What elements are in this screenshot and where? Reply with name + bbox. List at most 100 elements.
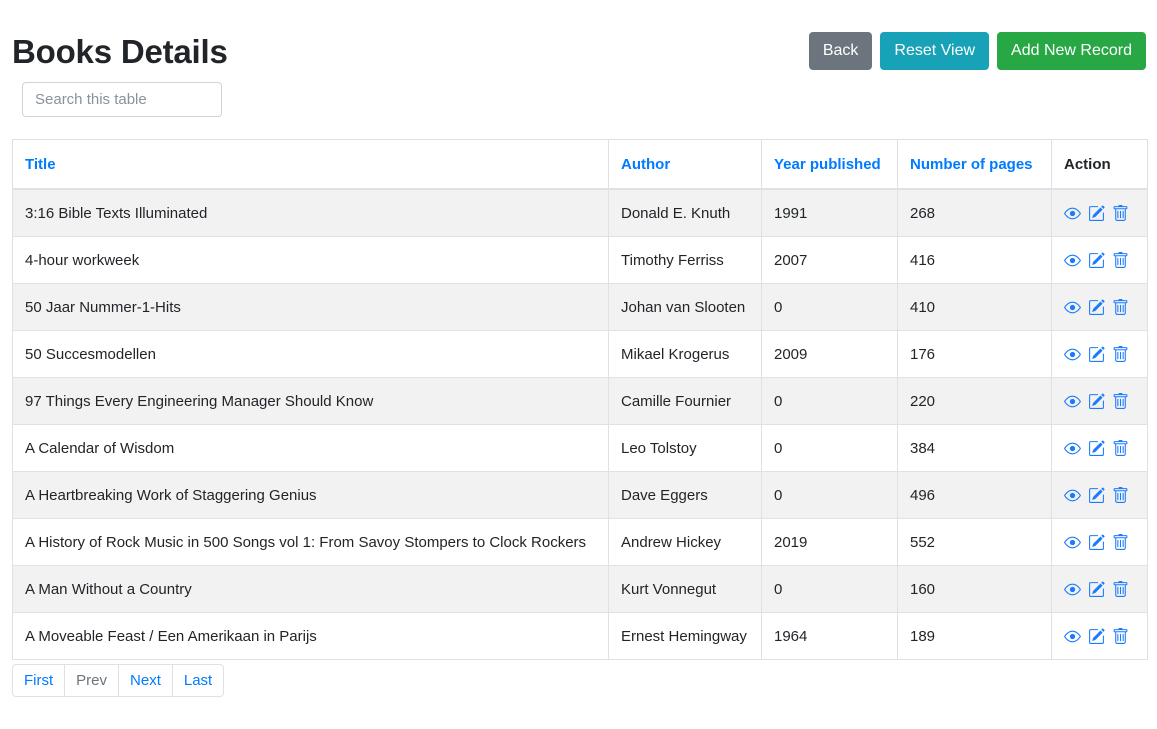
toolbar: Back Reset View Add New Record (808, 32, 1146, 70)
cell-number-of-pages: 189 (897, 612, 1052, 660)
edit-icon[interactable] (1088, 440, 1105, 457)
table-row: A Calendar of Wisdom Leo Tolstoy 0 384 (12, 424, 1148, 472)
table-row: A Man Without a Country Kurt Vonnegut 0 160 (12, 565, 1148, 613)
pagination-first-button[interactable]: First (12, 664, 66, 697)
edit-icon[interactable] (1088, 581, 1105, 598)
view-icon[interactable] (1064, 299, 1081, 316)
cell-title: A History of Rock Music in 500 Songs vol… (12, 518, 609, 566)
reset-view-button[interactable]: Reset View (880, 32, 990, 70)
cell-number-of-pages: 176 (897, 330, 1052, 378)
table-row: A History of Rock Music in 500 Songs vol… (12, 518, 1148, 566)
cell-action (1051, 377, 1148, 425)
column-header-author[interactable]: Author (608, 139, 762, 190)
edit-icon[interactable] (1088, 628, 1105, 645)
books-table-container: Title Author Year published Number of pa… (12, 139, 1148, 660)
cell-author: Donald E. Knuth (608, 188, 762, 237)
delete-icon[interactable] (1112, 251, 1129, 269)
edit-icon[interactable] (1088, 346, 1105, 363)
cell-year-published: 0 (761, 471, 898, 519)
column-header-action-label: Action (1064, 155, 1111, 173)
cell-action (1051, 283, 1148, 331)
view-icon[interactable] (1064, 393, 1081, 410)
cell-year-published: 2009 (761, 330, 898, 378)
cell-year-published: 0 (761, 377, 898, 425)
table-row: 97 Things Every Engineering Manager Shou… (12, 377, 1148, 425)
table-row: 50 Jaar Nummer-1-Hits Johan van Slooten 0 4… (12, 283, 1148, 331)
edit-icon[interactable] (1088, 252, 1105, 269)
cell-action (1051, 424, 1148, 472)
cell-title: 50 Succesmodellen (12, 330, 609, 378)
search-input[interactable] (22, 82, 222, 117)
table-header-row: Title Author Year published Number of pa… (12, 139, 1148, 190)
delete-icon[interactable] (1112, 580, 1129, 598)
row-action-group (1064, 439, 1135, 457)
table-header: Title Author Year published Number of pa… (12, 139, 1148, 190)
cell-title: 97 Things Every Engineering Manager Shou… (12, 377, 609, 425)
view-icon[interactable] (1064, 534, 1081, 551)
view-icon[interactable] (1064, 346, 1081, 363)
edit-icon[interactable] (1088, 534, 1105, 551)
cell-action (1051, 471, 1148, 519)
view-icon[interactable] (1064, 487, 1081, 504)
cell-author: Ernest Hemingway (608, 612, 762, 660)
pagination-last-button[interactable]: Last (171, 664, 225, 697)
delete-icon[interactable] (1112, 204, 1129, 222)
row-action-group (1064, 627, 1135, 645)
column-header-title-label[interactable]: Title (25, 156, 56, 173)
table-row: A Moveable Feast / Een Amerikaan in Pari… (12, 612, 1148, 660)
edit-icon[interactable] (1088, 487, 1105, 504)
edit-icon[interactable] (1088, 205, 1105, 222)
row-action-group (1064, 345, 1135, 363)
cell-title: A Heartbreaking Work of Staggering Geniu… (12, 471, 609, 519)
cell-year-published: 0 (761, 424, 898, 472)
pagination-next-button[interactable]: Next (118, 664, 173, 697)
delete-icon[interactable] (1112, 439, 1129, 457)
edit-icon[interactable] (1088, 393, 1105, 410)
column-header-author-label[interactable]: Author (621, 156, 670, 173)
delete-icon[interactable] (1112, 486, 1129, 504)
cell-author: Dave Eggers (608, 471, 762, 519)
table-row: 3:16 Bible Texts Illuminated Donald E. Kn… (12, 188, 1148, 237)
add-new-record-button[interactable]: Add New Record (997, 32, 1146, 70)
column-header-year-published-label[interactable]: Year published (774, 156, 881, 173)
cell-year-published: 0 (761, 565, 898, 613)
books-table: Title Author Year published Number of pa… (12, 139, 1148, 660)
column-header-year-published[interactable]: Year published (761, 139, 898, 190)
view-icon[interactable] (1064, 581, 1081, 598)
row-action-group (1064, 580, 1135, 598)
cell-action (1051, 565, 1148, 613)
row-action-group (1064, 298, 1135, 316)
cell-title: A Moveable Feast / Een Amerikaan in Pari… (12, 612, 609, 660)
pagination-prev-button: Prev (64, 664, 120, 697)
row-action-group (1064, 533, 1135, 551)
edit-icon[interactable] (1088, 299, 1105, 316)
cell-number-of-pages: 384 (897, 424, 1052, 472)
cell-number-of-pages: 552 (897, 518, 1052, 566)
view-icon[interactable] (1064, 205, 1081, 222)
cell-title: A Man Without a Country (12, 565, 609, 613)
delete-icon[interactable] (1112, 392, 1129, 410)
row-action-group (1064, 251, 1135, 269)
view-icon[interactable] (1064, 252, 1081, 269)
column-header-number-of-pages[interactable]: Number of pages (897, 139, 1052, 190)
cell-author: Andrew Hickey (608, 518, 762, 566)
view-icon[interactable] (1064, 628, 1081, 645)
column-header-number-of-pages-label[interactable]: Number of pages (910, 156, 1033, 173)
cell-number-of-pages: 268 (897, 188, 1052, 237)
table-row: A Heartbreaking Work of Staggering Geniu… (12, 471, 1148, 519)
cell-year-published: 0 (761, 283, 898, 331)
delete-icon[interactable] (1112, 533, 1129, 551)
row-action-group (1064, 486, 1135, 504)
column-header-title[interactable]: Title (12, 139, 609, 190)
delete-icon[interactable] (1112, 627, 1129, 645)
cell-action (1051, 188, 1148, 237)
cell-year-published: 1991 (761, 188, 898, 237)
cell-action (1051, 330, 1148, 378)
table-row: 50 Succesmodellen Mikael Krogerus 2009 176 (12, 330, 1148, 378)
delete-icon[interactable] (1112, 345, 1129, 363)
view-icon[interactable] (1064, 440, 1081, 457)
back-button[interactable]: Back (808, 32, 873, 70)
cell-number-of-pages: 160 (897, 565, 1052, 613)
cell-number-of-pages: 416 (897, 236, 1052, 284)
delete-icon[interactable] (1112, 298, 1129, 316)
